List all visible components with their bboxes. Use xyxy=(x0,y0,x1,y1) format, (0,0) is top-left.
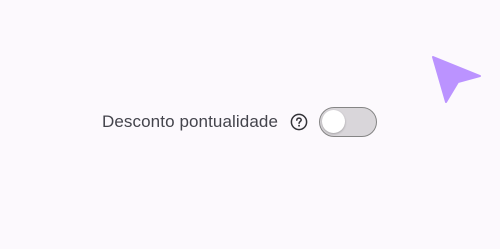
pointer-arrow-icon xyxy=(432,56,481,103)
toggle-knob xyxy=(322,110,346,133)
setting-row-desconto-pontualidade: Desconto pontualidade xyxy=(102,106,378,138)
setting-label: Desconto pontualidade xyxy=(102,112,279,131)
desconto-pontualidade-toggle[interactable] xyxy=(319,107,378,137)
help-circle-icon[interactable] xyxy=(290,113,308,131)
